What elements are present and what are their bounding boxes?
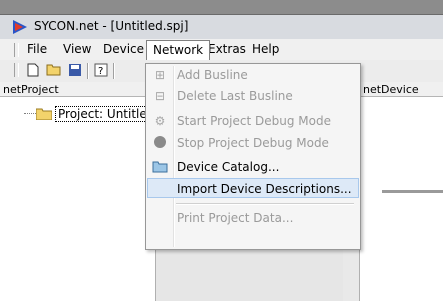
open-folder-icon[interactable]	[45, 63, 63, 79]
save-icon[interactable]	[66, 63, 84, 79]
menubar-grip	[14, 43, 19, 57]
net-device-header: netDevice	[360, 82, 443, 97]
menu-item-label: Start Project Debug Mode	[177, 114, 331, 128]
menu-network[interactable]: Network	[146, 40, 211, 60]
busline	[382, 190, 443, 193]
window-title: SYCON.net - [Untitled.spj]	[34, 19, 189, 33]
menu-item-print-project-data[interactable]: Print Project Data...	[148, 208, 358, 228]
app-window: SYCON.net - [Untitled.spj] File View Dev…	[0, 14, 443, 301]
tree-node-project[interactable]: Project: Untitled	[36, 106, 158, 122]
net-project-header: netProject	[0, 82, 155, 97]
menu-help[interactable]: Help	[246, 41, 285, 58]
delete-busline-icon: ⊟	[154, 89, 166, 103]
menu-item-stop-debug[interactable]: Stop Project Debug Mode	[148, 133, 358, 153]
menu-item-label: Device Catalog...	[177, 160, 280, 174]
tree-node-label: Project: Untitled	[55, 106, 158, 122]
toolbar-separator	[113, 63, 115, 79]
new-icon[interactable]	[24, 63, 42, 79]
menu-item-device-catalog[interactable]: Device Catalog...	[148, 157, 358, 177]
sycon-app-icon	[13, 20, 27, 34]
svg-text:?: ?	[98, 66, 103, 77]
menu-item-label: Print Project Data...	[177, 211, 294, 225]
help-icon[interactable]: ?	[92, 63, 110, 79]
menu-separator	[176, 203, 354, 205]
menu-item-label: Import Device Descriptions...	[177, 182, 352, 196]
add-busline-icon: ⊞	[154, 68, 166, 82]
menu-item-delete-last-busline[interactable]: ⊟ Delete Last Busline	[148, 86, 358, 106]
title-bar[interactable]: SYCON.net - [Untitled.spj]	[0, 15, 443, 39]
menu-item-start-debug[interactable]: ⚙ Start Project Debug Mode	[148, 111, 358, 131]
net-device-pane: netDevice	[359, 82, 443, 301]
menu-item-add-busline[interactable]: ⊞ Add Busline	[148, 65, 358, 85]
menu-view[interactable]: View	[57, 41, 97, 58]
debug-stop-icon	[152, 135, 168, 151]
menu-bar: File View Device Network Extras Help	[0, 39, 443, 60]
menu-item-import-device-descriptions[interactable]: Import Device Descriptions...	[147, 178, 359, 198]
toolbar-separator	[87, 63, 89, 79]
net-project-pane: netProject Project: Untitled	[0, 82, 158, 301]
tree-connector	[24, 113, 36, 114]
menu-device[interactable]: Device	[97, 41, 150, 58]
device-catalog-icon	[152, 159, 168, 175]
network-menu-dropdown: ⊞ Add Busline ⊟ Delete Last Busline ⚙ St…	[145, 63, 361, 250]
menu-item-label: Add Busline	[177, 68, 248, 82]
menu-item-label: Delete Last Busline	[177, 89, 293, 103]
menu-file[interactable]: File	[21, 41, 53, 58]
debug-start-icon: ⚙	[154, 114, 166, 128]
folder-icon	[36, 108, 52, 120]
toolbar-grip	[14, 63, 19, 77]
menu-item-label: Stop Project Debug Mode	[177, 136, 329, 150]
